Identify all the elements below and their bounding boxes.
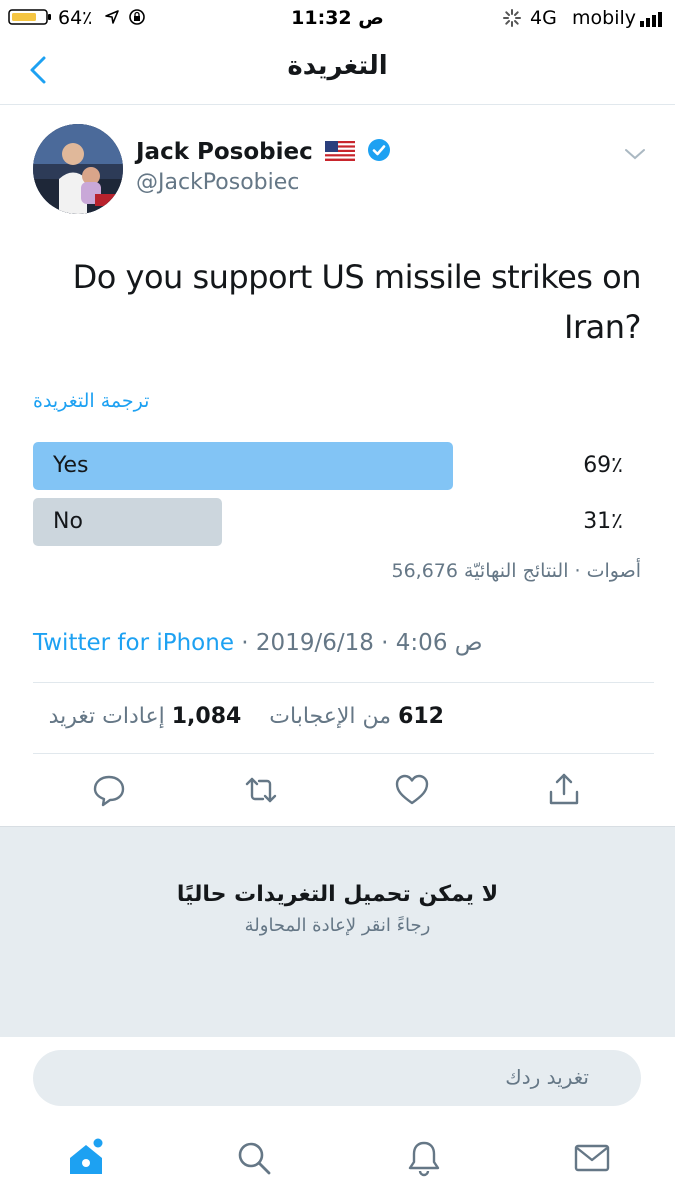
source-client-link[interactable]: Twitter for iPhone	[33, 630, 234, 656]
load-error-title: لا يمكن تحميل التغريدات حاليًا	[176, 882, 499, 907]
heart-icon	[395, 774, 429, 805]
reply-placeholder: تغريد ردك	[505, 1065, 589, 1089]
retweets-count: 1,084	[171, 704, 242, 729]
load-error-subtitle: رجاءً انقر لإعادة المحاولة	[244, 915, 431, 936]
author-name-text: Jack Posobiec	[136, 139, 313, 165]
retweets-label: إعادات تغريد	[48, 704, 165, 729]
tab-home[interactable]	[66, 1138, 106, 1178]
retweet-icon	[245, 777, 277, 803]
retweets-stat[interactable]: 1,084 إعادات تغريد	[49, 704, 242, 729]
like-button[interactable]	[392, 770, 432, 810]
chevron-down-icon	[625, 149, 645, 160]
translate-tweet-link[interactable]: ترجمة التغريدة	[33, 390, 149, 412]
avatar[interactable]	[33, 124, 123, 214]
reply-icon	[93, 775, 125, 807]
search-icon	[238, 1142, 271, 1175]
separator-dot: ·	[241, 630, 256, 656]
status-bar: 64٪ 11:32 ص 4G mobily	[0, 0, 675, 36]
home-icon	[70, 1138, 103, 1174]
tweet-options-button[interactable]	[624, 146, 646, 162]
poll-bar-yes	[33, 442, 453, 490]
signal-icon	[640, 10, 668, 32]
reply-input[interactable]: تغريد ردك	[33, 1050, 641, 1106]
tab-messages[interactable]	[572, 1138, 612, 1178]
poll-option-label: Yes	[53, 453, 89, 478]
tweet-date: 2019/6/18	[255, 630, 374, 656]
page-title: التغريدة	[287, 51, 388, 81]
likes-stat[interactable]: 612 من الإعجابات	[269, 704, 444, 729]
tweet-text: Do you support US missile strikes on Ira…	[72, 258, 642, 346]
poll-meta: 56,676 أصوات · النتائج النهائيّة	[391, 560, 641, 582]
likes-count: 612	[398, 704, 444, 729]
reply-button[interactable]	[89, 770, 129, 810]
activity-spinner-icon	[503, 9, 521, 32]
author-handle[interactable]: @JackPosobiec	[136, 170, 299, 195]
separator-dot: ·	[381, 630, 396, 656]
share-icon	[549, 773, 579, 805]
nav-bar: التغريدة	[0, 36, 675, 105]
poll-option-percent: 69٪	[583, 453, 623, 478]
divider	[33, 753, 654, 754]
divider	[33, 682, 654, 683]
tweet-time: 4:06 ص	[395, 630, 483, 656]
us-flag-icon	[324, 141, 355, 161]
tab-search[interactable]	[234, 1138, 274, 1178]
retweet-button[interactable]	[241, 770, 281, 810]
share-button[interactable]	[544, 770, 584, 810]
tweet-source-line: Twitter for iPhone · 2019/6/18 · 4:06 ص	[33, 630, 483, 656]
verified-icon	[367, 138, 391, 162]
poll-option-label: No	[53, 509, 83, 534]
poll-option-percent: 31٪	[583, 509, 623, 534]
messages-icon	[574, 1144, 610, 1172]
tab-notifications[interactable]	[404, 1138, 444, 1178]
network-type: 4G	[530, 7, 557, 29]
load-error-panel[interactable]: لا يمكن تحميل التغريدات حاليًا رجاءً انق…	[0, 826, 675, 1037]
notifications-icon	[408, 1141, 440, 1177]
tweet-actions	[0, 770, 675, 812]
carrier-name: mobily	[572, 7, 636, 29]
author-name[interactable]: Jack Posobiec	[136, 138, 391, 165]
tweet-stats: 612 من الإعجابات 1,084 إعادات تغريد	[33, 704, 444, 729]
likes-label: من الإعجابات	[269, 704, 392, 729]
